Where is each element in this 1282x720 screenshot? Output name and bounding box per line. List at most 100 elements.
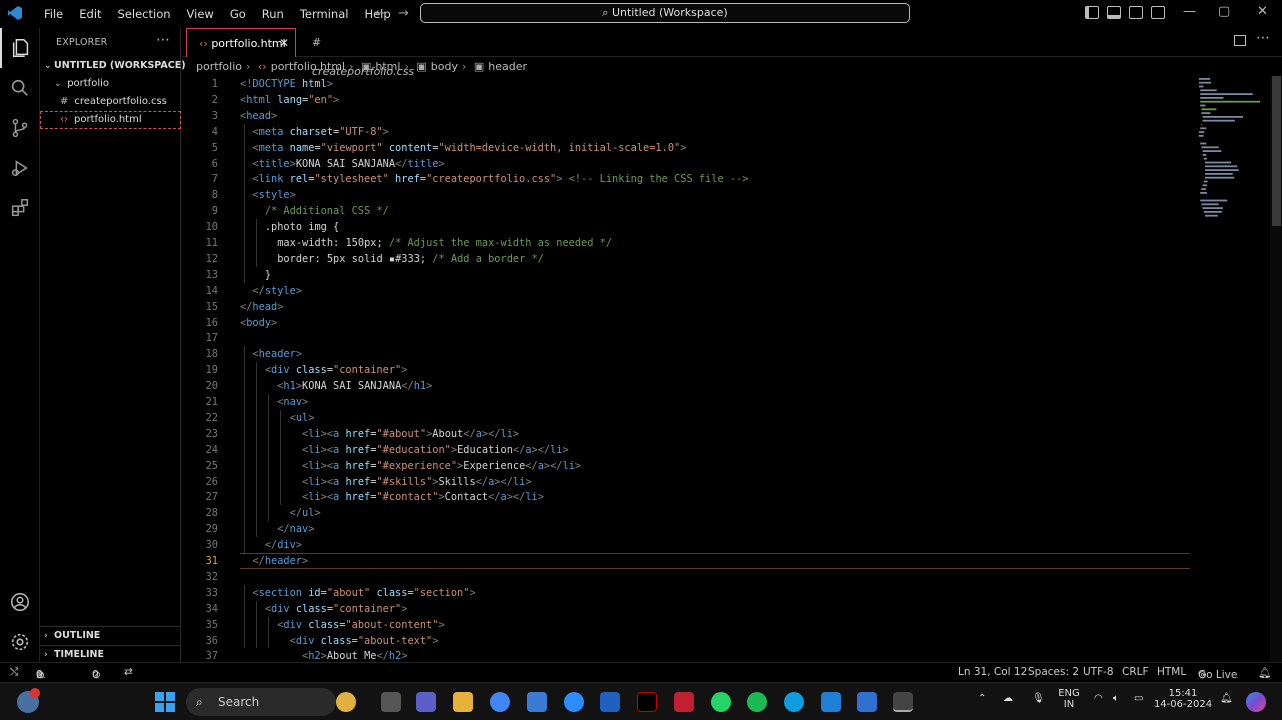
code-line[interactable]: <div class="container"> — [240, 362, 408, 378]
netflix-icon[interactable] — [637, 692, 657, 712]
code-line[interactable]: <body> — [240, 315, 277, 331]
menu-edit[interactable]: Edit — [71, 0, 109, 28]
code-line[interactable]: </style> — [240, 283, 302, 299]
code-line[interactable]: <li><a href="#about">About</a></li> — [240, 426, 519, 442]
code-line[interactable]: </div> — [240, 537, 302, 553]
file-explorer-icon[interactable] — [453, 692, 473, 712]
code-line[interactable]: <nav> — [240, 394, 308, 410]
wifi-icon[interactable]: ◠ — [1094, 693, 1103, 704]
code-line[interactable]: <html lang="en"> — [240, 92, 339, 108]
minimap[interactable] — [1195, 76, 1270, 226]
line-ending[interactable]: CRLF — [1122, 666, 1149, 678]
app-icon[interactable] — [600, 692, 620, 712]
chevron-up-icon[interactable]: ⌃ — [978, 693, 986, 704]
whatsapp-icon[interactable] — [711, 692, 731, 712]
outline-section[interactable]: › OUTLINE — [40, 626, 181, 644]
split-editor-icon[interactable] — [1234, 35, 1246, 46]
code-line[interactable]: <div class="about-content"> — [240, 617, 444, 633]
notifications-bell-icon[interactable]: 🔔︎ — [1258, 666, 1271, 679]
chrome-icon[interactable] — [490, 692, 510, 712]
code-line[interactable]: </nav> — [240, 521, 314, 537]
code-editor[interactable]: 1 <!DOCTYPE html> 2 <html lang="en"> 3 <head>… — [182, 76, 1270, 662]
notification-bell-icon[interactable]: 🔔︎ — [1220, 693, 1233, 704]
edge-icon[interactable] — [784, 692, 804, 712]
onedrive-icon[interactable]: ☁ — [1003, 693, 1013, 704]
toggle-primary-sidebar-icon[interactable] — [1085, 6, 1099, 19]
code-line[interactable]: <li><a href="#contact">Contact</a></li> — [240, 489, 544, 505]
accounts-icon[interactable] — [0, 582, 40, 622]
tab-portfolio-html[interactable]: ‹› portfolio.html ✕ — [186, 28, 296, 57]
code-line[interactable]: <li><a href="#education">Education</a></… — [240, 442, 569, 458]
close-tab-icon[interactable]: ✕ — [279, 29, 289, 58]
manage-gear-icon[interactable] — [0, 622, 40, 662]
breadcrumb-header[interactable]: header — [488, 60, 527, 73]
scrollbar-thumb[interactable] — [1272, 76, 1281, 226]
timeline-section[interactable]: › TIMELINE — [40, 645, 181, 663]
live-share-icon[interactable]: ⇄ — [124, 666, 133, 678]
more-actions-icon[interactable]: ⋯ — [156, 32, 170, 48]
run-debug-icon[interactable] — [0, 148, 40, 188]
code-line[interactable]: </header> — [240, 553, 308, 569]
cursor-position[interactable]: Ln 31, Col 12 — [958, 666, 1027, 678]
code-line[interactable]: <li><a href="#skills">Skills</a></li> — [240, 474, 531, 490]
code-line[interactable]: </ul> — [240, 505, 321, 521]
code-line[interactable]: border: 5px solid ▪#333; /* Add a border… — [240, 251, 544, 267]
toggle-secondary-sidebar-icon[interactable] — [1129, 6, 1143, 19]
encoding[interactable]: UTF-8 — [1083, 666, 1114, 678]
menu-go[interactable]: Go — [222, 0, 254, 28]
battery-icon[interactable]: ▭ — [1134, 693, 1143, 704]
code-line[interactable]: <style> — [240, 187, 295, 203]
task-view-icon[interactable] — [381, 692, 401, 712]
windows-start-icon[interactable] — [155, 692, 175, 712]
file-createportfolio-css[interactable]: # createportfolio.css — [40, 93, 181, 111]
snipping-tool-icon[interactable] — [857, 692, 877, 712]
code-line[interactable]: <header> — [240, 346, 302, 362]
code-line[interactable]: <div class="about-text"> — [240, 633, 439, 649]
code-line[interactable]: <div class="container"> — [240, 601, 408, 617]
python-icon[interactable] — [564, 692, 584, 712]
tab-createportfolio-css[interactable]: # createportfolio.css — [300, 28, 420, 78]
widget-icon[interactable] — [336, 692, 356, 712]
close-window-icon[interactable]: ✕ — [1257, 4, 1268, 19]
code-line[interactable]: <meta charset="UTF-8"> — [240, 124, 388, 140]
minimize-icon[interactable]: — — [1183, 4, 1196, 19]
vscode-taskbar-icon[interactable] — [821, 692, 841, 712]
menu-terminal[interactable]: Terminal — [292, 0, 357, 28]
code-line[interactable]: <section id="about" class="section"> — [240, 585, 475, 601]
customize-layout-icon[interactable] — [1151, 6, 1165, 19]
folder-portfolio[interactable]: ⌄ portfolio — [40, 75, 181, 93]
copilot-icon[interactable] — [1246, 692, 1266, 712]
code-line[interactable]: <link rel="stylesheet" href="createportf… — [240, 171, 748, 187]
breadcrumb-html[interactable]: html — [375, 60, 400, 73]
more-actions-icon[interactable]: ⋯ — [1256, 30, 1270, 46]
code-line[interactable]: <h2>About Me</h2> — [240, 648, 407, 662]
active-app-icon[interactable] — [893, 692, 913, 712]
forward-arrow-icon[interactable]: → — [398, 6, 409, 21]
remote-icon[interactable]: ⤭ — [10, 666, 18, 679]
code-line[interactable]: <head> — [240, 108, 277, 124]
command-center[interactable]: ⌕ Untitled (Workspace) — [420, 3, 910, 23]
indentation[interactable]: Spaces: 2 — [1028, 666, 1079, 678]
taskbar-search[interactable]: ⌕ Search — [186, 688, 336, 716]
teams-icon[interactable] — [416, 692, 436, 712]
extensions-icon[interactable] — [0, 188, 40, 228]
source-control-icon[interactable] — [0, 108, 40, 148]
breadcrumb-folder[interactable]: portfolio — [196, 60, 242, 73]
microphone-icon[interactable]: 🎙︎ — [1032, 693, 1045, 704]
spotify-icon[interactable] — [747, 692, 767, 712]
code-line[interactable]: </head> — [240, 299, 283, 315]
code-line[interactable]: <ul> — [240, 410, 315, 426]
file-portfolio-html[interactable]: ‹› portfolio.html — [40, 111, 181, 129]
menu-run[interactable]: Run — [254, 0, 292, 28]
code-line[interactable]: <!DOCTYPE html> — [240, 76, 333, 92]
code-line[interactable]: <li><a href="#experience">Experience</a>… — [240, 458, 581, 474]
language-indicator[interactable]: ENG IN — [1056, 688, 1082, 710]
menu-selection[interactable]: Selection — [110, 0, 179, 28]
volume-icon[interactable]: 🔈︎ — [1113, 693, 1119, 704]
maximize-icon[interactable]: ▢ — [1218, 4, 1230, 19]
toggle-panel-icon[interactable] — [1107, 6, 1121, 19]
code-line[interactable]: <meta name="viewport" content="width=dev… — [240, 140, 686, 156]
workspace-root[interactable]: ⌄ UNTITLED (WORKSPACE) — [40, 57, 186, 75]
code-line[interactable]: <title>KONA SAI SANJANA</title> — [240, 156, 444, 172]
back-arrow-icon[interactable]: ← — [375, 6, 386, 21]
